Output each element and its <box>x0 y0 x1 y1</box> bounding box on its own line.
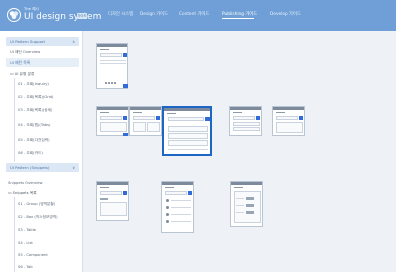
sidebar-subitem[interactable]: S5 - Component <box>18 253 48 258</box>
sidebar-item-label: UI 패턴 목록 <box>10 60 31 65</box>
nav-publishing-guide[interactable]: Publishing 가이드 <box>222 11 257 17</box>
pattern-thumbnail[interactable] <box>229 106 262 136</box>
sidebar-subitem[interactable]: 03 - 조회(목록)(상세) <box>18 108 52 113</box>
sidebar-subitem[interactable]: S6 - Tab <box>18 265 33 270</box>
sidebar-subitem[interactable]: S2 - Box (박스정보영역) <box>18 215 58 220</box>
sidebar-subitem[interactable]: S3 - Table <box>18 228 36 233</box>
pattern-thumbnail[interactable] <box>272 106 305 136</box>
pattern-thumbnail[interactable] <box>230 181 263 227</box>
chevron-down-icon: ∨ <box>72 164 75 170</box>
sidebar-folder-types[interactable]: ▭ UI 유형 분류 <box>10 72 34 77</box>
nav-develop-guide[interactable]: Develop 가이드 <box>270 11 301 17</box>
sidebar-subitem[interactable]: 04 - 조회(탭)(Tabs) <box>18 123 50 128</box>
nav-design-system[interactable]: 디자인 시스템 <box>108 11 133 17</box>
sidebar-item-overview[interactable]: UI 패턴 Overview <box>10 50 40 55</box>
sidebar-folder-label: Snippets 목록 <box>12 191 37 195</box>
pattern-thumbnail[interactable] <box>96 106 129 136</box>
pattern-thumbnail[interactable] <box>96 181 129 221</box>
sidebar-group-label: UI Pattern Support <box>10 39 45 44</box>
sidebar-group-pattern-support[interactable]: UI Pattern Support ∧ <box>6 37 79 46</box>
sidebar-group-snippets[interactable]: UI Pattern (Snippets) ∨ <box>6 163 79 172</box>
sidebar-subitem[interactable]: 06 - 조회(카드) <box>18 151 43 156</box>
brand-logo-icon[interactable] <box>7 8 21 22</box>
sidebar-subitem[interactable]: S4 - List <box>18 241 33 246</box>
pattern-thumbnail[interactable] <box>96 43 128 89</box>
pattern-thumbnail-selected[interactable] <box>162 106 212 156</box>
sidebar-subitem[interactable]: 02 - 조회(목록)(Grid) <box>18 95 53 100</box>
nav-active-indicator <box>222 18 254 19</box>
tree-guide-line <box>14 78 15 162</box>
sidebar-subitem[interactable]: 05 - 조회(다건입력) <box>18 138 50 143</box>
brand-title[interactable]: UI design system <box>24 12 101 22</box>
sidebar-folder-snippets[interactable]: ▭ Snippets 목록 <box>8 191 37 196</box>
nav-design-guide[interactable]: Design 가이드 <box>140 11 168 17</box>
tree-guide-line <box>14 197 15 272</box>
top-navigation-bar: The 예시 UI design system 가이드 디자인 시스템 Desi… <box>0 0 396 31</box>
sidebar-item-snippets-overview[interactable]: Snippets Overview <box>8 181 43 186</box>
sidebar-group-label: UI Pattern (Snippets) <box>10 165 50 170</box>
sidebar-subitem[interactable]: 01 - 조회(Inquiry) <box>18 82 49 87</box>
nav-content-guide[interactable]: Content 가이드 <box>179 11 209 17</box>
brand-badge: 가이드 <box>77 13 87 19</box>
main-content <box>84 31 396 272</box>
sidebar: UI Pattern Support ∧ UI 패턴 Overview UI 패… <box>0 31 83 272</box>
pattern-thumbnail[interactable] <box>161 181 194 233</box>
sidebar-subitem[interactable]: S1 - Group (영역분할) <box>18 202 55 207</box>
pattern-thumbnail[interactable] <box>129 106 162 136</box>
sidebar-item-pattern-list[interactable]: UI 패턴 목록 <box>6 58 79 67</box>
sidebar-folder-label: UI 유형 분류 <box>14 72 35 76</box>
chevron-up-icon: ∧ <box>72 38 75 44</box>
